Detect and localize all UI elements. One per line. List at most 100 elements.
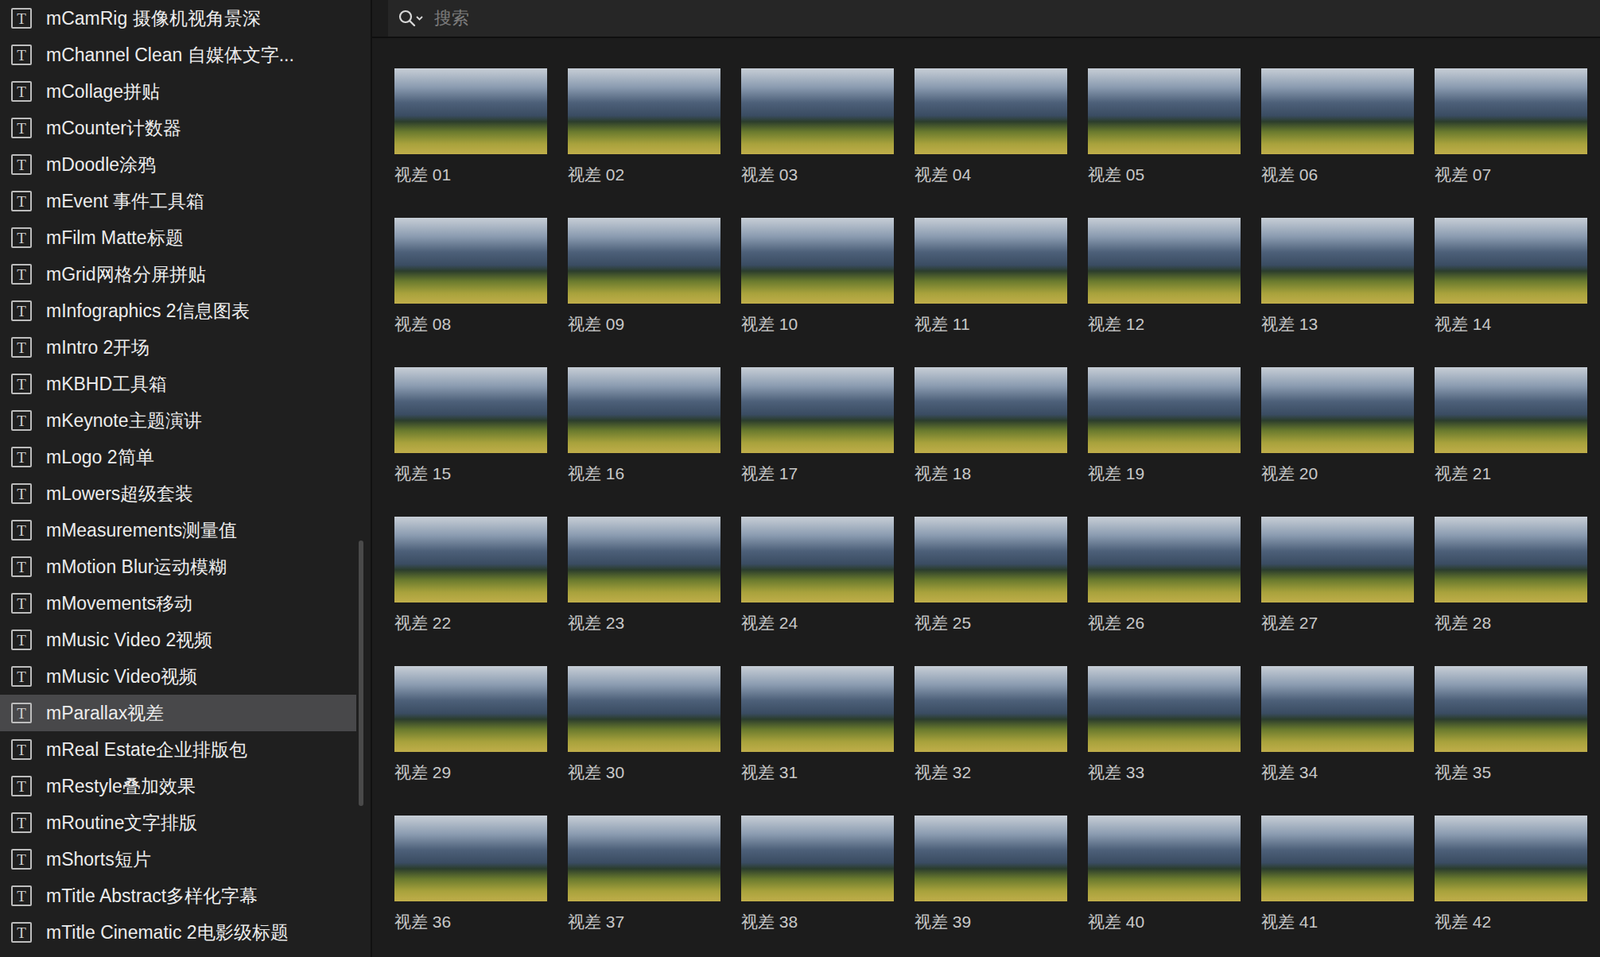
- thumbnail-item[interactable]: 视差 01: [394, 68, 548, 187]
- thumbnail-item[interactable]: 视差 29: [394, 666, 548, 785]
- sidebar-item[interactable]: TmCamRig 摄像机视角景深: [0, 0, 357, 37]
- sidebar-item[interactable]: TmInfographics 2信息图表: [0, 292, 357, 330]
- thumbnail-image[interactable]: [1434, 666, 1588, 753]
- thumbnail-item[interactable]: 视差 26: [1087, 516, 1241, 635]
- thumbnail-image[interactable]: [1087, 516, 1241, 603]
- thumbnail-item[interactable]: 视差 37: [567, 815, 721, 934]
- thumbnail-image[interactable]: [1434, 815, 1588, 902]
- thumbnail-image[interactable]: [1087, 666, 1241, 753]
- thumbnail-item[interactable]: 视差 27: [1261, 516, 1414, 635]
- thumbnail-image[interactable]: [1087, 68, 1241, 155]
- thumbnail-item[interactable]: 视差 09: [567, 217, 721, 336]
- thumbnail-item[interactable]: 视差 22: [394, 516, 548, 635]
- sidebar-item[interactable]: TmLogo 2简单: [0, 438, 357, 476]
- thumbnail-item[interactable]: 视差 14: [1434, 217, 1588, 336]
- thumbnail-image[interactable]: [394, 815, 548, 902]
- thumbnail-item[interactable]: 视差 10: [741, 217, 894, 336]
- sidebar-item[interactable]: TmDoodle涂鸦: [0, 146, 357, 183]
- thumbnail-image[interactable]: [741, 815, 894, 902]
- sidebar-item[interactable]: TmMusic Video视频: [0, 658, 357, 696]
- sidebar-item[interactable]: TmCollage拼贴: [0, 73, 357, 110]
- thumbnail-image[interactable]: [1434, 217, 1588, 304]
- sidebar-item[interactable]: TmKeynote主题演讲: [0, 402, 357, 439]
- sidebar-item[interactable]: TmMotion Blur运动模糊: [0, 548, 357, 586]
- thumbnail-item[interactable]: 视差 20: [1261, 367, 1414, 486]
- thumbnail-image[interactable]: [394, 666, 548, 753]
- thumbnail-item[interactable]: 视差 05: [1087, 68, 1241, 187]
- thumbnail-item[interactable]: 视差 40: [1087, 815, 1241, 934]
- thumbnail-item[interactable]: 视差 34: [1261, 666, 1414, 785]
- thumbnail-image[interactable]: [914, 68, 1068, 155]
- thumbnail-image[interactable]: [1261, 68, 1414, 155]
- thumbnail-item[interactable]: 视差 42: [1434, 815, 1588, 934]
- thumbnail-item[interactable]: 视差 21: [1434, 367, 1588, 486]
- sidebar-item[interactable]: TmTitle Abstract多样化字幕: [0, 877, 357, 915]
- sidebar-item[interactable]: TmShorts短片: [0, 841, 357, 878]
- sidebar-item[interactable]: TmParallax视差: [0, 695, 357, 732]
- sidebar-item[interactable]: TmCounter计数器: [0, 109, 357, 147]
- sidebar-item[interactable]: TmMovements移动: [0, 585, 357, 622]
- thumbnail-item[interactable]: 视差 23: [567, 516, 721, 635]
- thumbnail-image[interactable]: [914, 666, 1068, 753]
- thumbnail-image[interactable]: [1261, 516, 1414, 603]
- thumbnail-item[interactable]: 视差 25: [914, 516, 1068, 635]
- thumbnail-item[interactable]: 视差 18: [914, 367, 1068, 486]
- thumbnail-item[interactable]: 视差 04: [914, 68, 1068, 187]
- thumbnail-item[interactable]: 视差 13: [1261, 217, 1414, 336]
- thumbnail-image[interactable]: [567, 516, 721, 603]
- thumbnail-image[interactable]: [567, 68, 721, 155]
- thumbnail-image[interactable]: [1261, 367, 1414, 454]
- thumbnail-image[interactable]: [567, 666, 721, 753]
- thumbnail-item[interactable]: 视差 41: [1261, 815, 1414, 934]
- sidebar-item[interactable]: TmGrid网格分屏拼贴: [0, 256, 357, 293]
- sidebar-item[interactable]: TmMeasurements测量值: [0, 512, 357, 549]
- thumbnail-image[interactable]: [741, 68, 894, 155]
- thumbnail-image[interactable]: [741, 516, 894, 603]
- thumbnail-image[interactable]: [567, 217, 721, 304]
- sidebar-item[interactable]: TmKBHD工具箱: [0, 365, 357, 403]
- sidebar-item[interactable]: TmRoutine文字排版: [0, 804, 357, 842]
- thumbnail-image[interactable]: [1261, 217, 1414, 304]
- thumbnail-item[interactable]: 视差 02: [567, 68, 721, 187]
- thumbnail-image[interactable]: [1261, 666, 1414, 753]
- thumbnail-image[interactable]: [914, 367, 1068, 454]
- thumbnail-image[interactable]: [741, 217, 894, 304]
- sidebar-item[interactable]: TmChannel Clean 自媒体文字...: [0, 36, 357, 74]
- thumbnail-item[interactable]: 视差 08: [394, 217, 548, 336]
- thumbnail-item[interactable]: 视差 28: [1434, 516, 1588, 635]
- thumbnail-item[interactable]: 视差 36: [394, 815, 548, 934]
- thumbnail-image[interactable]: [1434, 68, 1588, 155]
- thumbnail-image[interactable]: [914, 217, 1068, 304]
- thumbnail-item[interactable]: 视差 11: [914, 217, 1068, 336]
- sidebar-item[interactable]: TmTitle Cinematic 2电影级标题: [0, 914, 357, 952]
- thumbnail-image[interactable]: [394, 516, 548, 603]
- thumbnail-item[interactable]: 视差 17: [741, 367, 894, 486]
- thumbnail-item[interactable]: 视差 31: [741, 666, 894, 785]
- scrollbar[interactable]: [356, 0, 366, 957]
- thumbnail-item[interactable]: 视差 06: [1261, 68, 1414, 187]
- thumbnail-image[interactable]: [1087, 815, 1241, 902]
- thumbnail-item[interactable]: 视差 15: [394, 367, 548, 486]
- thumbnail-image[interactable]: [1261, 815, 1414, 902]
- thumbnail-item[interactable]: 视差 32: [914, 666, 1068, 785]
- search-icon[interactable]: [397, 8, 425, 28]
- thumbnail-item[interactable]: 视差 35: [1434, 666, 1588, 785]
- thumbnail-item[interactable]: 视差 38: [741, 815, 894, 934]
- thumbnail-image[interactable]: [394, 367, 548, 454]
- thumbnail-image[interactable]: [914, 815, 1068, 902]
- sidebar-item[interactable]: TmReal Estate企业排版包: [0, 731, 357, 769]
- sidebar-item[interactable]: TmFilm Matte标题: [0, 219, 357, 257]
- thumbnail-item[interactable]: 视差 19: [1087, 367, 1241, 486]
- thumbnail-image[interactable]: [1434, 516, 1588, 603]
- search-field[interactable]: 搜索: [388, 0, 1600, 37]
- thumbnail-item[interactable]: 视差 30: [567, 666, 721, 785]
- sidebar-item[interactable]: TmIntro 2开场: [0, 329, 357, 366]
- thumbnail-image[interactable]: [567, 815, 721, 902]
- thumbnail-item[interactable]: 视差 33: [1087, 666, 1241, 785]
- sidebar-item[interactable]: TmMusic Video 2视频: [0, 621, 357, 659]
- thumbnail-image[interactable]: [741, 666, 894, 753]
- thumbnail-item[interactable]: 视差 16: [567, 367, 721, 486]
- thumbnail-image[interactable]: [914, 516, 1068, 603]
- thumbnail-image[interactable]: [1087, 217, 1241, 304]
- scrollbar-thumb[interactable]: [358, 540, 364, 807]
